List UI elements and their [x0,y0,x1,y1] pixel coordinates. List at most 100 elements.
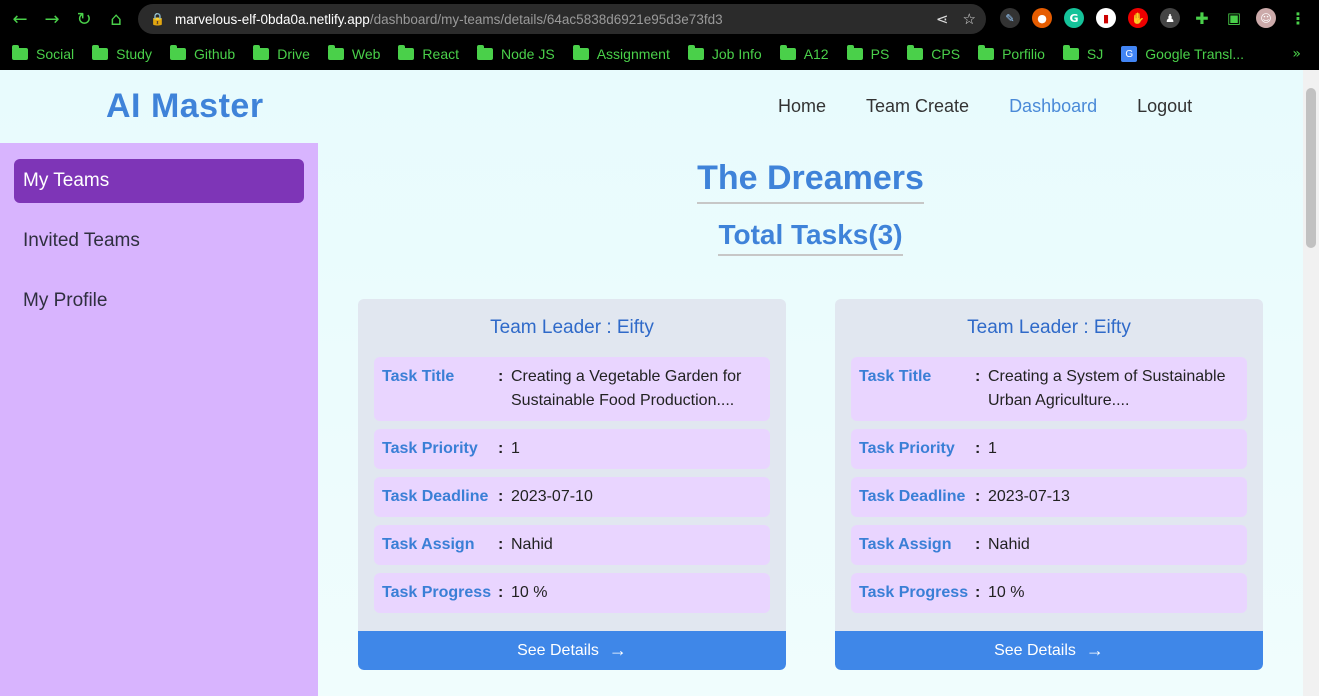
eyedropper-extension-icon[interactable]: ✎ [1000,8,1020,28]
lock-icon: 🔒 [150,12,165,26]
field-separator: : [498,440,504,457]
folder-icon [687,45,704,60]
field-label: Task Progress [859,584,969,601]
see-details-button[interactable]: See Details → [835,631,1263,670]
field-value: Creating a Vegetable Garden for Sustaina… [511,368,742,409]
extension-icon[interactable]: ♟ [1160,8,1180,28]
avatar[interactable]: ☺ [1256,8,1276,28]
bookmark-drive[interactable]: Drive [253,45,310,62]
sidebar-item-invited-teams[interactable]: Invited Teams [14,219,304,263]
sidebar-item-my-teams[interactable]: My Teams [14,159,304,203]
folder-icon [253,45,270,60]
task-deadline-row: Task Deadline : 2023-07-10 [374,477,770,517]
nav-logout[interactable]: Logout [1137,96,1192,117]
see-details-label: See Details [994,641,1076,659]
menu-kebab-icon[interactable]: ⋮ [1288,8,1308,28]
field-label: Task Title [382,368,455,385]
extension-icon[interactable]: ▮ [1096,8,1116,28]
field-value: 1 [988,440,997,457]
bookmark-social[interactable]: Social [12,45,74,62]
address-bar[interactable]: 🔒 marvelous-elf-0bda0a.netlify.app/dashb… [138,4,986,34]
bookmark-porfilio[interactable]: Porfilio [978,45,1045,62]
brand-logo[interactable]: AI Master [106,87,264,126]
bookmark-star-icon[interactable]: ☆ [963,10,976,28]
folder-icon [779,45,796,60]
url-host: marvelous-elf-0bda0a.netlify.app [174,11,370,27]
field-value: 10 % [988,584,1025,601]
bookmarks-overflow-button[interactable]: » [1292,46,1301,62]
bookmark-a12[interactable]: A12 [779,45,829,62]
field-label: Task Deadline [859,488,966,505]
folder-icon [846,45,863,60]
bookmarks-bar: Social Study Github Drive Web React Node… [0,38,1319,70]
folder-icon [907,45,924,60]
field-separator: : [498,368,504,385]
task-title-row: Task Title : Creating a Vegetable Garden… [374,357,770,421]
google-translate-icon: G [1121,46,1138,62]
sidebar-item-my-profile[interactable]: My Profile [14,279,304,323]
bookmark-google-translate[interactable]: G Google Transl... [1121,46,1244,62]
field-separator: : [975,584,981,601]
scrollbar-thumb[interactable] [1306,88,1316,248]
sidepanel-icon[interactable]: ▣ [1224,8,1244,28]
folder-icon [398,45,415,60]
see-details-label: See Details [517,641,599,659]
field-value: Creating a System of Sustainable Urban A… [988,368,1226,409]
bookmark-ps[interactable]: PS [846,45,889,62]
url-path: /dashboard/my-teams/details/64ac5838d692… [369,11,723,27]
home-icon[interactable]: ⌂ [102,5,130,33]
dashboard-sidebar: My Teams Invited Teams My Profile [0,143,318,696]
field-label: Task Title [859,368,932,385]
task-title-row: Task Title : Creating a System of Sustai… [851,357,1247,421]
bookmark-react[interactable]: React [398,45,459,62]
browser-toolbar: ← → ↻ ⌂ 🔒 marvelous-elf-0bda0a.netlify.a… [0,0,1319,38]
bookmark-web[interactable]: Web [327,45,380,62]
main-content: The Dreamers Total Tasks(3) Team Leader … [318,143,1303,696]
grammarly-icon[interactable]: G [1064,8,1084,28]
field-value: 10 % [511,584,548,601]
reload-icon[interactable]: ↻ [70,5,98,33]
puzzle-icon[interactable]: ✚ [1192,8,1212,28]
share-icon[interactable]: ⋖ [936,10,949,28]
see-details-button[interactable]: See Details → [358,631,786,670]
field-separator: : [498,584,504,601]
field-value: 1 [511,440,520,457]
nav-dashboard[interactable]: Dashboard [1009,96,1097,117]
team-leader-label: Team Leader : Eifty [967,317,1131,338]
team-name-heading: The Dreamers [697,159,924,204]
field-label: Task Priority [382,440,478,457]
field-label: Task Deadline [382,488,489,505]
folder-icon [477,45,493,60]
task-assign-row: Task Assign : Nahid [851,525,1247,565]
bookmark-sj[interactable]: SJ [1062,45,1103,62]
bookmark-github[interactable]: Github [169,45,235,62]
task-progress-row: Task Progress : 10 % [374,573,770,613]
field-separator: : [498,536,504,553]
task-card: Team Leader : Eifty Task Title : Creatin… [358,299,786,670]
bookmark-job-info[interactable]: Job Info [687,45,762,62]
folder-icon [92,45,109,60]
folder-icon [978,45,995,60]
field-label: Task Assign [859,536,952,553]
nav-team-create[interactable]: Team Create [866,96,969,117]
bookmark-cps[interactable]: CPS [907,45,960,62]
arrow-right-icon: → [1085,640,1104,660]
folder-icon [169,45,186,60]
field-label: Task Progress [382,584,492,601]
field-separator: : [975,368,981,385]
forward-icon[interactable]: → [38,5,66,33]
team-leader-label: Team Leader : Eifty [490,317,654,338]
task-progress-row: Task Progress : 10 % [851,573,1247,613]
field-separator: : [975,440,981,457]
field-label: Task Assign [382,536,475,553]
back-icon[interactable]: ← [6,5,34,33]
total-tasks-heading: Total Tasks(3) [718,219,903,256]
bookmark-assignment[interactable]: Assignment [572,45,670,62]
nav-home[interactable]: Home [778,96,826,117]
bookmark-nodejs[interactable]: Node JS [477,45,555,62]
folder-icon [327,45,344,60]
block-extension-icon[interactable]: ✋ [1128,8,1148,28]
bookmark-study[interactable]: Study [92,45,152,62]
field-separator: : [975,536,981,553]
extension-icon[interactable]: ● [1032,8,1052,28]
